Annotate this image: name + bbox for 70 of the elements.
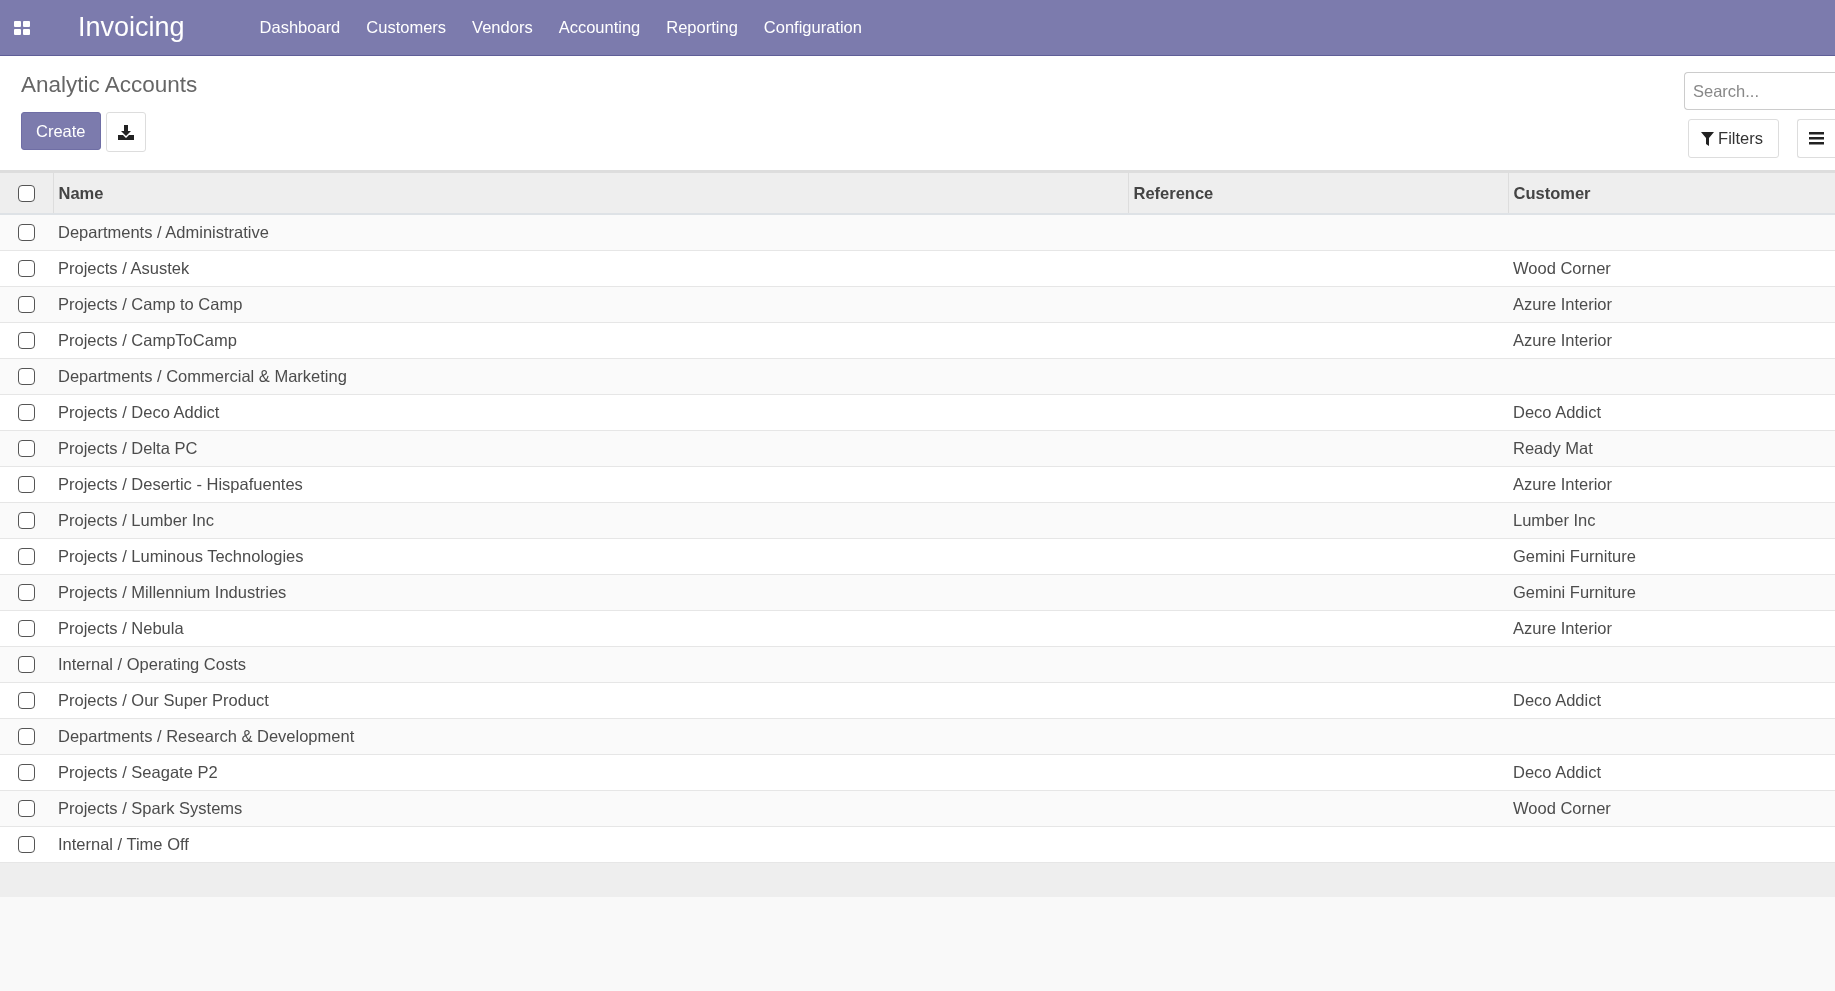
name-cell: Projects / Nebula — [58, 619, 184, 637]
customer-cell: Azure Interior — [1513, 295, 1613, 313]
name-cell: Projects / Our Super Product — [58, 691, 269, 709]
customer-cell: Deco Addict — [1513, 403, 1602, 421]
name-cell: Projects / Spark Systems — [58, 799, 243, 817]
name-cell: Projects / CampToCamp — [58, 331, 237, 349]
row-checkbox[interactable] — [18, 584, 35, 601]
menu-item[interactable]: Configuration — [750, 18, 875, 37]
row-checkbox[interactable] — [18, 332, 35, 349]
download-button[interactable] — [105, 112, 146, 153]
name-cell: Projects / Delta PC — [58, 439, 198, 457]
customer-cell: Gemini Furniture — [1513, 583, 1636, 601]
row-checkbox[interactable] — [18, 800, 35, 817]
customer-cell: Wood Corner — [1513, 799, 1611, 817]
column-header[interactable]: Reference — [1128, 172, 1508, 214]
group-by-button[interactable] — [1797, 119, 1835, 158]
menu-item[interactable]: Vendors — [459, 18, 546, 37]
name-cell: Projects / Deco Addict — [58, 403, 220, 421]
row-checkbox[interactable] — [18, 836, 35, 853]
row-checkbox[interactable] — [18, 620, 35, 637]
page-title: Analytic Accounts — [21, 71, 198, 99]
menu-item[interactable]: Dashboard — [246, 18, 354, 37]
customer-cell: Deco Addict — [1513, 763, 1602, 781]
row-checkbox[interactable] — [18, 548, 35, 565]
menu-item[interactable]: Accounting — [545, 18, 654, 37]
name-cell: Projects / Millennium Industries — [58, 583, 287, 601]
customer-cell: Gemini Furniture — [1513, 547, 1636, 565]
row-checkbox[interactable] — [18, 692, 35, 709]
column-header[interactable]: Name — [53, 172, 1128, 214]
row-checkbox[interactable] — [18, 260, 35, 277]
customer-cell: Ready Mat — [1513, 439, 1593, 457]
name-cell: Internal / Operating Costs — [58, 655, 246, 673]
name-cell: Projects / Seagate P2 — [58, 763, 218, 781]
row-checkbox[interactable] — [18, 512, 35, 529]
apps-grid-icon[interactable] — [14, 20, 30, 35]
customer-cell: Wood Corner — [1513, 259, 1611, 277]
row-checkbox[interactable] — [18, 368, 35, 385]
download-icon — [117, 124, 134, 140]
name-cell: Projects / Lumber Inc — [58, 511, 214, 529]
name-cell: Internal / Time Off — [58, 835, 189, 853]
row-checkbox[interactable] — [18, 296, 35, 313]
filters-button[interactable]: Filters — [1688, 119, 1779, 158]
customer-cell: Lumber Inc — [1513, 511, 1596, 529]
select-all-checkbox[interactable] — [18, 184, 35, 202]
menu-icon — [1809, 132, 1824, 145]
menu-item[interactable]: Reporting — [653, 18, 751, 37]
row-checkbox[interactable] — [18, 656, 35, 673]
app-title: Invoicing — [78, 12, 185, 43]
search-field[interactable]: Search... — [1684, 72, 1835, 110]
customer-cell: Deco Addict — [1513, 691, 1602, 709]
column-header[interactable]: Customer — [1508, 172, 1835, 214]
customer-cell: Azure Interior — [1513, 475, 1613, 493]
row-checkbox[interactable] — [18, 440, 35, 457]
row-checkbox[interactable] — [18, 404, 35, 421]
funnel-icon — [1701, 131, 1715, 146]
row-checkbox[interactable] — [18, 764, 35, 781]
create-button[interactable]: Create — [21, 112, 101, 151]
name-cell: Projects / Asustek — [58, 259, 190, 277]
row-checkbox[interactable] — [18, 728, 35, 745]
customer-cell: Azure Interior — [1513, 619, 1613, 637]
name-cell: Departments / Commercial & Marketing — [58, 367, 347, 385]
name-cell: Projects / Camp to Camp — [58, 295, 243, 313]
row-checkbox[interactable] — [18, 224, 35, 241]
name-cell: Departments / Administrative — [58, 223, 269, 241]
name-cell: Projects / Desertic - Hispafuentes — [58, 475, 303, 493]
name-cell: Departments / Research & Development — [58, 727, 355, 745]
row-checkbox[interactable] — [18, 476, 35, 493]
customer-cell: Azure Interior — [1513, 331, 1613, 349]
menu-item[interactable]: Customers — [353, 18, 460, 37]
name-cell: Projects / Luminous Technologies — [58, 547, 304, 565]
